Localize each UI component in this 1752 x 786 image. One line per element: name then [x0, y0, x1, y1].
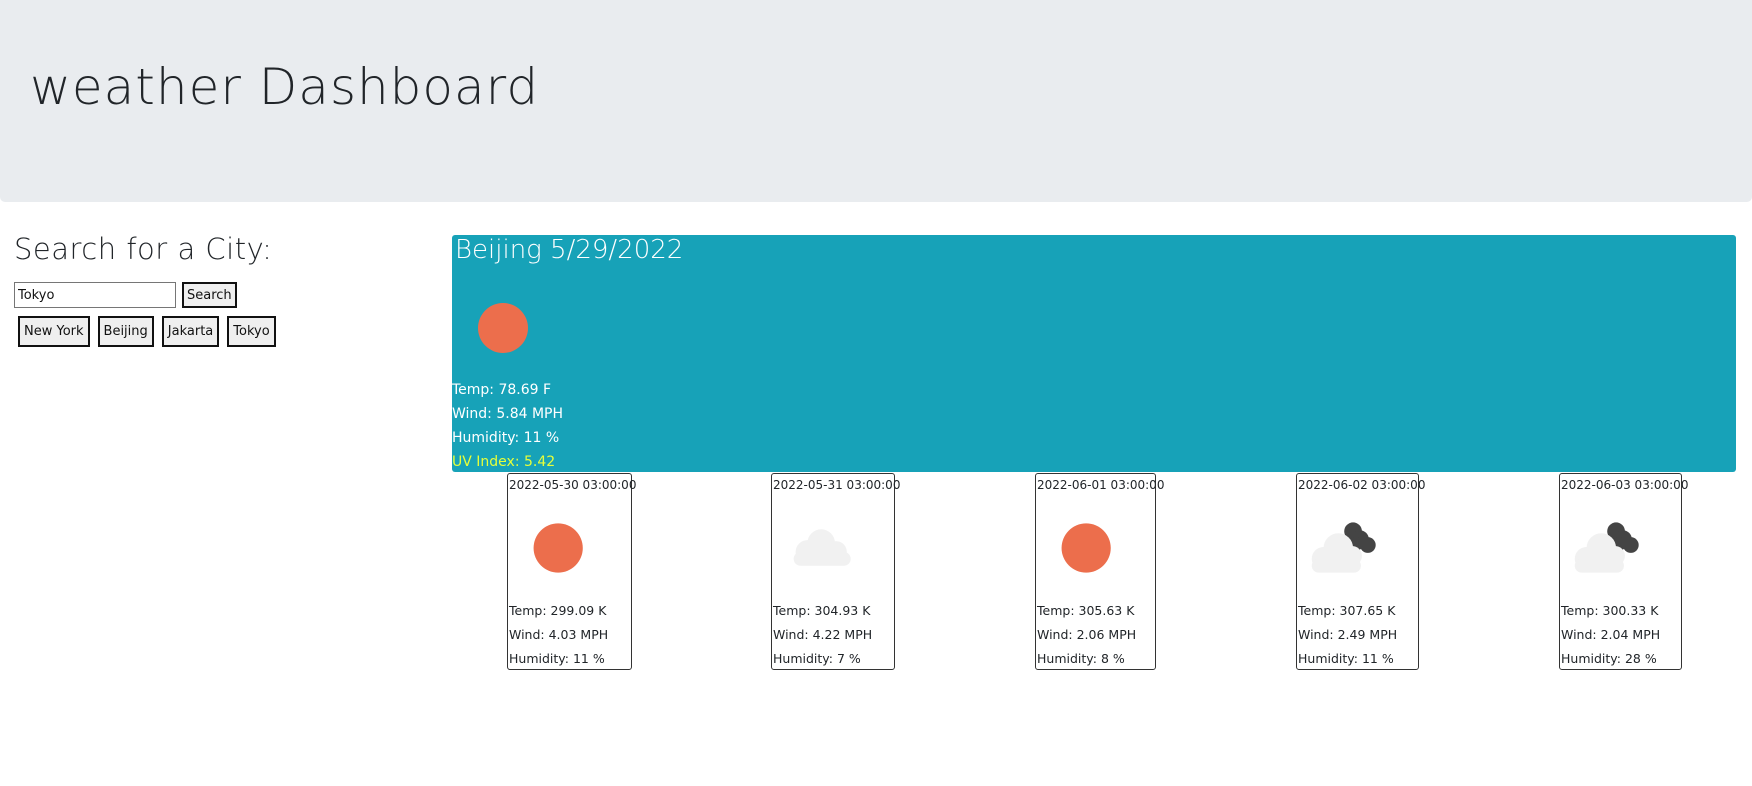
cloud-icon	[793, 529, 851, 566]
forecast-stats: Temp: 304.93 K Wind: 4.22 MPH Humidity: …	[773, 599, 872, 671]
search-button[interactable]: Search	[182, 282, 237, 308]
forecast-wind: Wind: 2.04 MPH	[1561, 627, 1661, 642]
search-history: New York Beijing Jakarta Tokyo	[18, 316, 276, 347]
forecast-card: 2022-06-02 03:00:00 Temp: 307.65 K Wind:…	[1296, 473, 1425, 671]
forecast-humidity: Humidity: 11 %	[1298, 651, 1394, 666]
current-city-date: Beijing 5/29/2022	[455, 235, 684, 265]
city-search-input[interactable]	[14, 282, 176, 308]
forecast-temp: Temp: 299.09 K	[509, 603, 607, 618]
sun-icon	[1061, 523, 1111, 573]
forecast-temp: Temp: 307.65 K	[1298, 603, 1396, 618]
forecast-date: 2022-05-31 03:00:00	[773, 478, 901, 492]
history-button-tokyo[interactable]: Tokyo	[227, 316, 276, 347]
forecast-date: 2022-05-30 03:00:00	[509, 478, 637, 492]
search-panel: Search for a City: Search New York Beiji…	[14, 232, 434, 347]
forecast-date: 2022-06-02 03:00:00	[1298, 478, 1426, 492]
current-humidity: Humidity: 11 %	[452, 430, 560, 446]
history-button-beijing[interactable]: Beijing	[97, 316, 154, 347]
forecast-wind: Wind: 4.22 MPH	[773, 627, 873, 642]
forecast-card: 2022-05-31 03:00:00 Temp: 304.93 K Wind:…	[771, 473, 900, 671]
current-stats: Temp: 78.69 F Wind: 5.84 MPH Humidity: 1…	[452, 378, 563, 474]
history-button-new-york[interactable]: New York	[18, 316, 90, 347]
search-row: Search	[14, 282, 237, 308]
forecast-stats: Temp: 305.63 K Wind: 2.06 MPH Humidity: …	[1037, 599, 1136, 671]
header-banner: weather Dashboard	[0, 0, 1752, 202]
current-temp: Temp: 78.69 F	[452, 382, 552, 398]
forecast-stats: Temp: 300.33 K Wind: 2.04 MPH Humidity: …	[1561, 599, 1660, 671]
forecast-wind: Wind: 2.06 MPH	[1037, 627, 1137, 642]
forecast-temp: Temp: 300.33 K	[1561, 603, 1659, 618]
forecast-card: 2022-05-30 03:00:00 Temp: 299.09 K Wind:…	[507, 473, 636, 671]
current-uv-index: UV Index: 5.42	[452, 454, 556, 470]
forecast-date: 2022-06-03 03:00:00	[1561, 478, 1689, 492]
forecast-temp: Temp: 304.93 K	[773, 603, 871, 618]
forecast-humidity: Humidity: 11 %	[509, 651, 605, 666]
page-title: weather Dashboard	[30, 58, 540, 116]
forecast-date: 2022-06-01 03:00:00	[1037, 478, 1165, 492]
forecast-wind: Wind: 2.49 MPH	[1298, 627, 1398, 642]
forecast-humidity: Humidity: 8 %	[1037, 651, 1125, 666]
broken-clouds-icon	[1574, 522, 1639, 573]
forecast-humidity: Humidity: 7 %	[773, 651, 861, 666]
forecast-card: 2022-06-03 03:00:00 Temp: 300.33 K Wind:…	[1559, 473, 1688, 671]
sun-icon	[478, 303, 528, 353]
forecast-stats: Temp: 299.09 K Wind: 4.03 MPH Humidity: …	[509, 599, 608, 671]
forecast-humidity: Humidity: 28 %	[1561, 651, 1657, 666]
forecast-temp: Temp: 305.63 K	[1037, 603, 1135, 618]
current-weather-panel: Beijing 5/29/2022 Temp: 78.69 F Wind: 5.…	[452, 235, 1736, 472]
forecast-wind: Wind: 4.03 MPH	[509, 627, 609, 642]
sun-icon	[533, 523, 583, 573]
search-heading: Search for a City:	[14, 232, 273, 266]
current-wind: Wind: 5.84 MPH	[452, 406, 564, 422]
history-button-jakarta[interactable]: Jakarta	[161, 316, 220, 347]
forecast-card: 2022-06-01 03:00:00 Temp: 305.63 K Wind:…	[1035, 473, 1164, 671]
broken-clouds-icon	[1311, 522, 1376, 573]
forecast-stats: Temp: 307.65 K Wind: 2.49 MPH Humidity: …	[1298, 599, 1397, 671]
